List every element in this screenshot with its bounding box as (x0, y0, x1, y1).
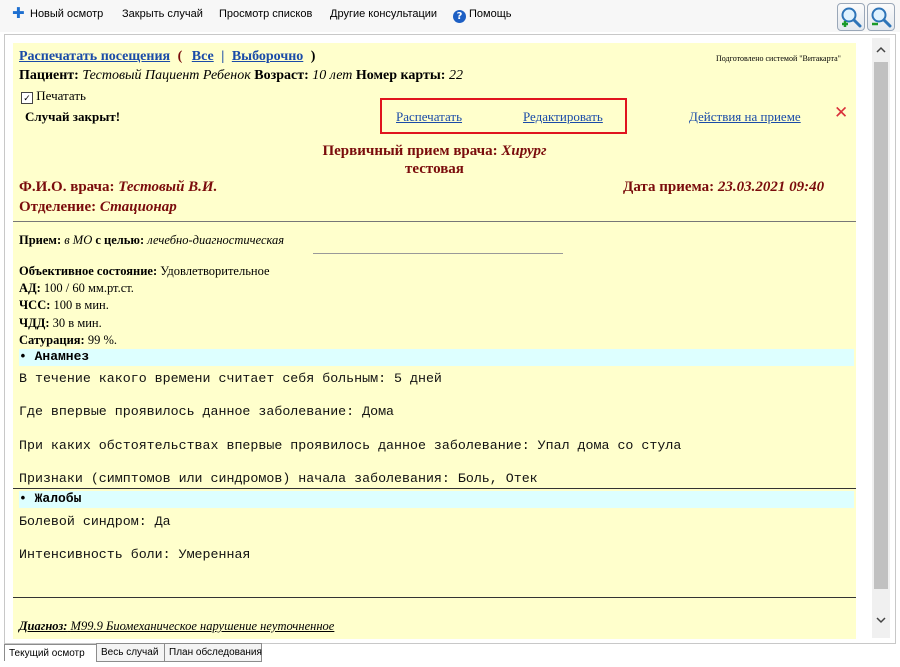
patient-name: Тестовый Пациент Ребенок (82, 68, 251, 83)
department-row: Отделение: Стационар (19, 199, 177, 216)
department-label: Отделение: (19, 199, 97, 215)
anamnesis-line: Признаки (симптомов или синдромов) начал… (19, 471, 538, 486)
actions-link[interactable]: Действия на приеме (689, 109, 801, 125)
delete-icon[interactable]: ✕ (834, 103, 848, 123)
reception-label: Прием: (19, 233, 62, 247)
other-consults-button[interactable]: Другие консультации (330, 8, 437, 20)
zoom-in-icon (841, 7, 862, 28)
scroll-down-icon (876, 617, 886, 624)
print-checkbox-label: Печатать (36, 88, 86, 103)
vital-row: АД: 100 / 60 мм.рт.ст. (19, 280, 270, 297)
date-row: Дата приема: 23.03.2021 09:40 (623, 179, 824, 196)
zoom-out-button[interactable] (867, 3, 895, 31)
visit-subtitle: тестовая (405, 161, 464, 177)
all-link[interactable]: Все (192, 49, 214, 64)
vital-value: Удовлетворительное (160, 264, 270, 278)
age-value: 10 лет (312, 68, 353, 83)
selective-link[interactable]: Выборочно (232, 49, 303, 64)
anamnesis-header: • Анамнез (19, 349, 854, 366)
purpose-value: лечебно-диагностическая (147, 233, 285, 247)
patient-row: Пациент: Тестовый Пациент Ребенок Возрас… (19, 68, 463, 84)
doctor-name: Тестовый В.И. (118, 179, 218, 195)
complaint-line: Болевой синдром: Да (19, 514, 171, 529)
help-label: Помощь (469, 8, 512, 20)
anamnesis-line: При каких обстоятельствах впервые прояви… (19, 438, 682, 453)
anamnesis-line: В течение какого времени считает себя бо… (19, 371, 442, 386)
tab-current-exam[interactable]: Текущий осмотр (4, 644, 98, 661)
patient-label: Пациент: (19, 68, 79, 83)
case-closed-label: Случай закрыт! (25, 109, 121, 124)
zoom-in-button[interactable] (837, 3, 865, 31)
divider (13, 597, 856, 598)
scroll-up-icon (876, 46, 886, 53)
scrollbar-thumb[interactable] (874, 62, 888, 589)
card-label: Номер карты: (355, 68, 446, 83)
print-checkbox[interactable]: ✓ (21, 92, 33, 104)
vitals-block: Объективное состояние: Удовлетворительно… (19, 263, 270, 349)
separator: | (221, 49, 225, 64)
date-value: 23.03.2021 09:40 (717, 179, 825, 195)
vital-label: Сатурация: (19, 332, 85, 347)
diagnosis-label: Диагноз: (19, 619, 68, 633)
zoom-out-icon (871, 7, 892, 28)
tab-whole-case[interactable]: Весь случай (96, 643, 166, 662)
highlight-box (380, 98, 627, 134)
new-exam-button[interactable]: Новый осмотр (30, 8, 103, 20)
open-paren: ( (177, 49, 183, 64)
reception-place: в МО (64, 233, 93, 247)
anamnesis-line: Где впервые проявилось данное заболевани… (19, 404, 395, 419)
vital-row: Сатурация: 99 %. (19, 332, 270, 349)
visit-title-prefix: Первичный прием врача: (322, 143, 498, 159)
purpose-label: с целью: (95, 233, 145, 247)
reception-row: Прием: в МО с целью: лечебно-диагностиче… (19, 233, 284, 248)
toolbar: ✚ Новый осмотр Закрыть случай Просмотр с… (0, 0, 900, 32)
view-lists-button[interactable]: Просмотр списков (219, 8, 312, 20)
date-label: Дата приема: (623, 179, 715, 195)
vital-value: 30 в мин. (52, 315, 102, 330)
department-value: Стационар (99, 199, 177, 215)
divider (13, 221, 856, 222)
plus-icon[interactable]: ✚ (12, 4, 25, 22)
help-icon: ? (453, 10, 466, 23)
print-visits-link[interactable]: Распечатать посещения (19, 49, 170, 64)
prepared-by-label: Подготовлено системой "Витакарта" (716, 54, 841, 63)
vital-label: Объективное состояние: (19, 264, 158, 278)
doctor-row: Ф.И.О. врача: Тестовый В.И. (19, 179, 217, 196)
vital-value: 100 в мин. (53, 298, 109, 313)
divider (13, 488, 856, 489)
vertical-scrollbar[interactable] (872, 38, 890, 638)
close-case-button[interactable]: Закрыть случай (122, 8, 203, 20)
vital-label: АД: (19, 281, 41, 296)
help-button[interactable]: ? Помощь (453, 8, 512, 23)
tab-exam-plan[interactable]: План обследования (164, 643, 262, 662)
diagnosis-row: Диагноз: M99.9 Биомеханическое нарушение… (19, 619, 334, 634)
doctor-label: Ф.И.О. врача: (19, 179, 115, 195)
close-paren: ) (310, 49, 316, 64)
vital-value: 99 %. (87, 332, 118, 347)
vital-label: ЧСС: (19, 298, 51, 313)
vital-label: ЧДД: (19, 315, 50, 330)
age-label: Возраст: (254, 68, 309, 83)
visit-specialty: Хирург (501, 143, 547, 159)
complaint-line: Интенсивность боли: Умеренная (19, 547, 251, 562)
vital-row: Объективное состояние: Удовлетворительно… (19, 263, 270, 280)
vital-row: ЧДД: 30 в мин. (19, 315, 270, 332)
visit-title: Первичный прием врача: Хирург (13, 143, 856, 160)
diagnosis-value: M99.9 Биомеханическое нарушение неуточне… (70, 619, 335, 633)
complaints-header: • Жалобы (19, 491, 854, 508)
vital-value: 100 / 60 мм.рт.ст. (43, 281, 134, 296)
card-value: 22 (448, 68, 463, 83)
divider (313, 253, 563, 254)
print-visits-row: Распечатать посещения ( Все | Выборочно … (19, 49, 315, 65)
print-checkbox-row: ✓ Печатать (21, 88, 86, 104)
vital-row: ЧСС: 100 в мин. (19, 297, 270, 314)
